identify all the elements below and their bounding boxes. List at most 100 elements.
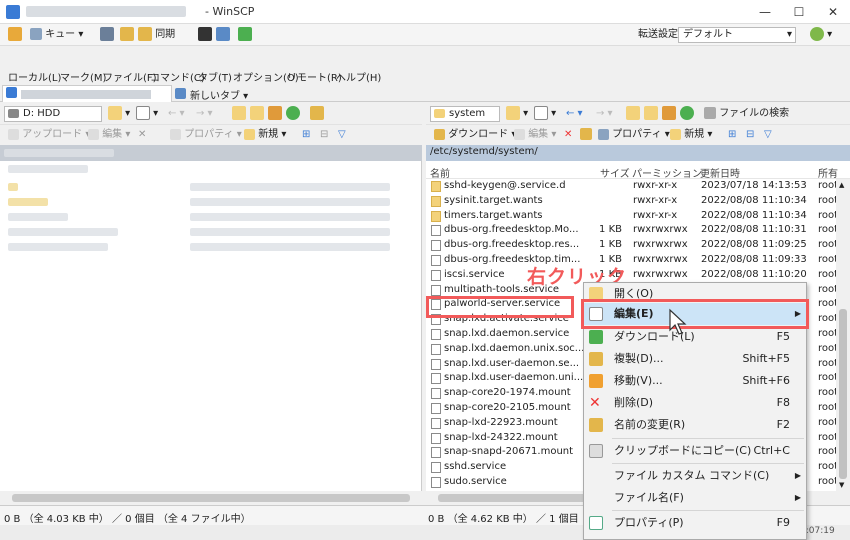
left-delete-icon[interactable]: ✕ [138,127,146,143]
file-owner: root [818,180,836,191]
right-open-folder-icon[interactable]: ▾ [506,106,528,122]
menu-item-custom-commands[interactable]: ファイル カスタム コマンド(C) ▶ [584,465,806,487]
blurred-row [190,213,390,221]
column-modified[interactable]: 更新日時 [700,165,740,180]
left-properties-button[interactable]: プロパティ ▾ [170,127,242,143]
right-forward-arrow-icon[interactable]: → ▾ [596,106,613,122]
right-filter-mark-icon[interactable]: ▽ [764,127,772,143]
globe-icon[interactable]: ▾ [810,27,832,43]
menu-mark[interactable]: マーク(M) [60,69,106,84]
menu-item-download[interactable]: ダウンロード(L) F5 [584,326,806,348]
menu-help[interactable]: ヘルプ(H) [336,69,381,84]
right-refresh-icon[interactable] [680,106,694,122]
right-home-icon[interactable] [662,106,676,122]
left-edit-button[interactable]: 編集 ▾ [88,127,130,143]
find-files-button[interactable]: ファイルの検索 [704,106,789,122]
terminal-icon[interactable] [198,27,212,43]
left-edit-label: 編集 [102,129,123,140]
left-horizontal-scrollbar[interactable] [0,491,422,505]
right-back-arrow-icon[interactable]: ← ▾ [566,106,583,122]
menu-item-label: プロパティ(P) [614,516,684,529]
menu-item-delete[interactable]: ✕ 削除(D) F8 [584,392,806,414]
right-properties-button[interactable]: プロパティ ▾ [598,127,670,143]
menu-separator [612,510,804,511]
root-folder-icon[interactable] [250,106,264,122]
maximize-button[interactable]: ☐ [782,0,816,24]
file-row[interactable]: dbus-org.freedesktop.Mo... 1 KB rwxrwxrwx 2… [426,223,836,238]
column-permissions[interactable]: パーミッション [632,165,702,180]
menu-item-file-names[interactable]: ファイル名(F) ▶ [584,487,806,509]
parent-folder-icon[interactable] [232,106,246,122]
right-filter-icon[interactable]: ▾ [534,106,556,122]
preferences-icon[interactable] [8,27,22,43]
refresh-icon[interactable] [286,106,300,122]
menu-item-duplicate[interactable]: 複製(D)... Shift+F5 [584,348,806,370]
close-button[interactable]: ✕ [816,0,850,24]
right-vertical-scrollbar[interactable]: ▲ ▼ [836,179,850,491]
menu-tab[interactable]: タブ(T) [198,69,232,84]
file-name: snap.lxd.user-daemon.se... [444,357,580,369]
right-rename-icon[interactable] [580,127,592,143]
back-arrow-icon[interactable]: ← ▾ [168,106,185,122]
menu-remote[interactable]: リモート(R) [287,69,342,84]
file-row[interactable]: sysinit.target.wants rwxr-xr-x 2022/08/08 … [426,194,836,209]
minimize-button[interactable]: — [748,0,782,24]
sync-button[interactable]: 同期 [138,27,175,43]
left-select-all-icon[interactable]: ⊞ [302,127,310,143]
queue-button[interactable]: キュー ▾ [30,27,83,43]
sync-browse-icon[interactable] [120,27,134,43]
right-deselect-icon[interactable]: ⊟ [746,127,754,143]
right-parent-folder-icon[interactable] [626,106,640,122]
file-row[interactable]: timers.target.wants rwxr-xr-x 2022/08/08 1… [426,209,836,224]
menu-item-move[interactable]: 移動(V)... Shift+F6 [584,370,806,392]
upload-button[interactable]: アップロード ▾ [8,127,90,143]
new-tab-button[interactable]: 新しいタブ ▾ [172,86,254,102]
home-icon[interactable] [268,106,282,122]
left-drive-select[interactable]: D: HDD [4,106,102,122]
menu-file[interactable]: ファイル(F) [103,69,157,84]
right-properties-label: プロパティ [612,129,662,140]
right-folder-select[interactable]: system [430,106,500,122]
file-row[interactable]: sshd-keygen@.service.d rwxr-xr-x 2023/07/1… [426,179,836,194]
column-owner[interactable]: 所有 [818,165,838,180]
left-deselect-icon[interactable]: ⊟ [320,127,328,143]
left-new-button[interactable]: 新規 ▾ [244,127,286,143]
menu-command[interactable]: コマンド(C) [150,69,205,84]
menu-local[interactable]: ローカル(L) [8,69,61,84]
file-row[interactable]: dbus-org.freedesktop.res... 1 KB rwxrwxrwx… [426,238,836,253]
putty-icon[interactable] [216,27,230,43]
menu-item-rename[interactable]: 名前の変更(R) F2 [584,414,806,436]
find-icon[interactable] [310,106,324,122]
transfer-settings-select[interactable]: デフォルト ▾ [678,27,796,43]
blurred-local-path [4,149,114,157]
left-filter-mark-icon[interactable]: ▽ [338,127,346,143]
compare-icon[interactable] [100,27,114,43]
menu-item-properties[interactable]: プロパティ(P) F9 [584,512,806,534]
right-new-button[interactable]: 新規 ▾ [670,127,712,143]
open-folder-icon[interactable]: ▾ [108,106,130,122]
find-files-label: ファイルの検索 [719,108,790,119]
left-file-list [0,161,422,491]
menu-item-copy-clipboard[interactable]: クリップボードにコピー(C) Ctrl+C [584,440,806,462]
scroll-up-icon[interactable]: ▲ [839,181,844,189]
session-tab[interactable] [2,85,172,102]
column-name[interactable]: 名前 [430,165,450,180]
column-size[interactable]: サイズ [600,165,630,180]
scroll-down-icon[interactable]: ▼ [839,481,844,489]
forward-arrow-icon[interactable]: → ▾ [196,106,213,122]
right-column-header: 名前 サイズ パーミッション 更新日時 所有 [426,161,850,180]
file-name: sudo.service [444,476,507,487]
right-root-folder-icon[interactable] [644,106,658,122]
download-button[interactable]: ダウンロード ▾ [434,127,516,143]
file-row[interactable]: dbus-org.freedesktop.tim... 1 KB rwxrwxrwx… [426,253,836,268]
right-select-all-icon[interactable]: ⊞ [728,127,736,143]
menu-item-label: 移動(V)... [614,374,663,387]
filter-icon[interactable]: ▾ [136,106,158,122]
file-row[interactable]: iscsi.service 1 KB rwxrwxrwx 2022/08/08 11:… [426,268,836,283]
left-scroll-thumb[interactable] [12,494,410,502]
right-delete-icon[interactable]: ✕ [564,127,572,143]
left-properties-label: プロパティ [184,129,234,140]
refresh-session-icon[interactable] [238,27,252,43]
right-edit-button[interactable]: 編集 ▾ [514,127,556,143]
right-scroll-thumb[interactable] [839,309,847,479]
